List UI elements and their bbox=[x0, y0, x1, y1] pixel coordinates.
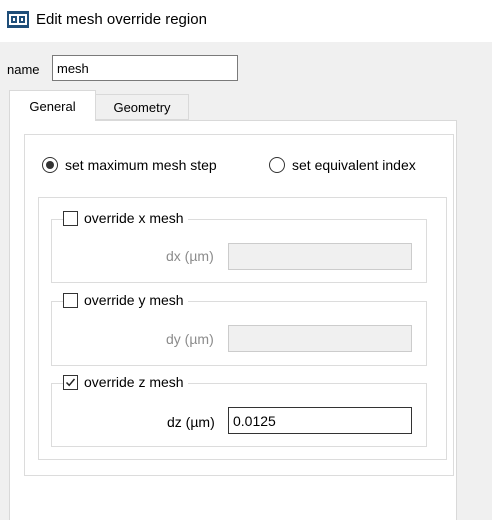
override-x-label: override x mesh bbox=[84, 210, 184, 226]
dz-label: dz (µm) bbox=[167, 414, 215, 430]
checkmark-icon bbox=[65, 378, 76, 386]
app-window-icon bbox=[7, 11, 29, 28]
dy-label: dy (µm) bbox=[166, 331, 214, 347]
name-input[interactable] bbox=[52, 55, 238, 81]
radio-label-equivalent-index: set equivalent index bbox=[292, 157, 416, 173]
radio-set-equivalent-index[interactable]: set equivalent index bbox=[269, 157, 416, 173]
override-y-checkbox-row[interactable]: override y mesh bbox=[63, 292, 188, 308]
override-y-label: override y mesh bbox=[84, 292, 184, 308]
name-label: name bbox=[7, 62, 40, 77]
title-bar: Edit mesh override region bbox=[0, 0, 492, 42]
dx-label: dx (µm) bbox=[166, 248, 214, 264]
tab-geometry-label: Geometry bbox=[113, 99, 171, 115]
tab-general[interactable]: General bbox=[9, 90, 96, 121]
override-z-checkbox-row[interactable]: override z mesh bbox=[63, 374, 188, 390]
override-x-checkbox[interactable] bbox=[63, 210, 78, 226]
radio-set-max-mesh-step[interactable]: set maximum mesh step bbox=[42, 157, 217, 173]
tab-general-label: General bbox=[29, 98, 76, 114]
radio-label-max-mesh-step: set maximum mesh step bbox=[65, 157, 217, 173]
radio-button-selected[interactable] bbox=[42, 157, 58, 173]
tab-geometry[interactable]: Geometry bbox=[96, 94, 189, 120]
override-x-checkbox-row[interactable]: override x mesh bbox=[63, 210, 188, 226]
override-z-label: override z mesh bbox=[84, 374, 184, 390]
window-title: Edit mesh override region bbox=[36, 11, 207, 28]
override-y-checkbox[interactable] bbox=[63, 292, 78, 308]
radio-button[interactable] bbox=[269, 157, 285, 173]
dx-input[interactable] bbox=[228, 243, 412, 270]
dy-input[interactable] bbox=[228, 325, 412, 352]
dz-input[interactable] bbox=[228, 407, 412, 434]
override-z-checkbox[interactable] bbox=[63, 374, 78, 390]
